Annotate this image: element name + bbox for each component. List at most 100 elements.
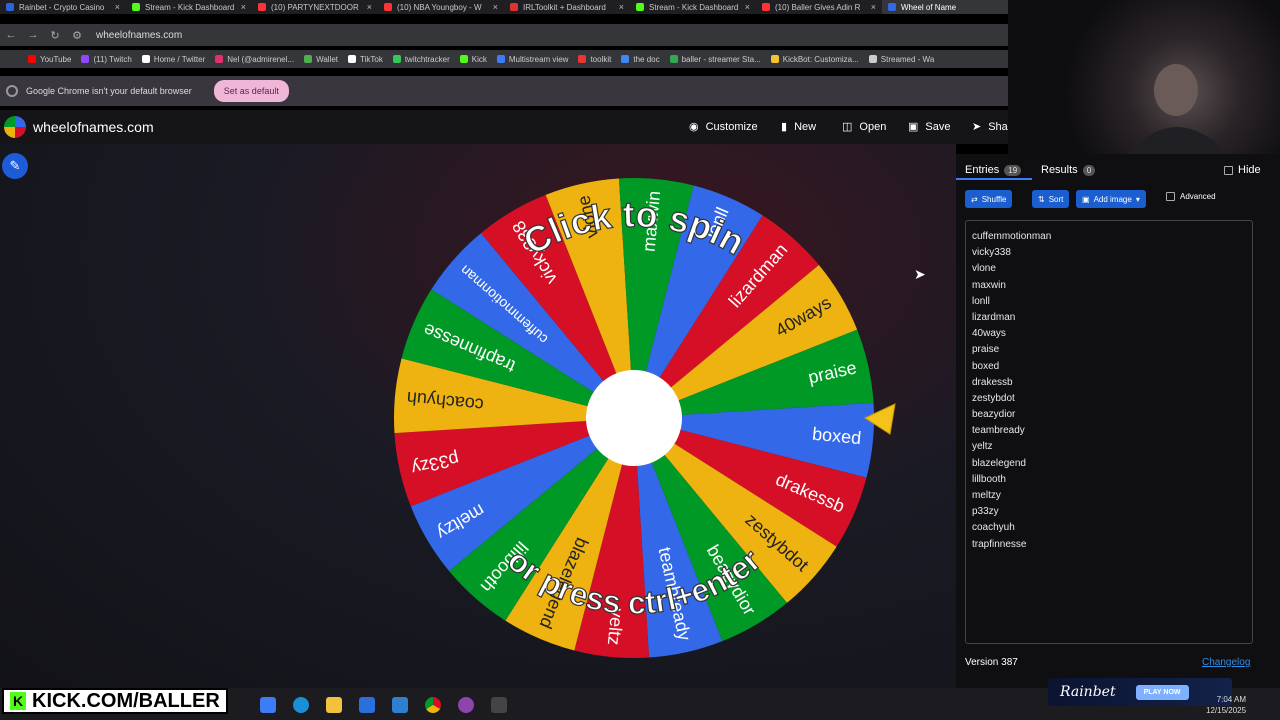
wheel-logo-icon[interactable]	[4, 116, 26, 138]
save-icon: ▣	[908, 121, 919, 133]
palette-icon: ◉	[689, 121, 699, 133]
bookmark-item[interactable]: Wallet	[304, 55, 338, 64]
mail-icon[interactable]	[392, 697, 408, 713]
tab-favicon-icon	[384, 3, 392, 11]
bookmark-favicon-icon	[141, 55, 150, 63]
bookmark-item[interactable]: twitchtracker	[392, 55, 450, 64]
add-image-button[interactable]: ▣ Add image ▾	[1076, 190, 1146, 208]
tab-title: Rainbet - Crypto Casino	[19, 2, 105, 12]
streamer-silhouette	[1128, 64, 1228, 154]
bookmarks-bar: YouTube (11) Twitch Home / Twitter Nel (@ad…	[0, 50, 1008, 68]
set-default-button[interactable]: Set as default	[213, 80, 289, 102]
bookmark-item[interactable]: baller - streamer Sta...	[669, 55, 761, 64]
bookmark-item[interactable]: Nel (@admirenel...	[215, 55, 294, 64]
url-field[interactable]: wheelofnames.com	[96, 30, 182, 41]
hide-toggle[interactable]: Hide	[1224, 164, 1261, 176]
close-tab-icon[interactable]: ×	[367, 2, 372, 12]
close-tab-icon[interactable]: ×	[871, 2, 876, 12]
active-tab-indicator	[956, 178, 1032, 180]
browser-tab[interactable]: (10) NBA Youngboy - W ×	[378, 0, 504, 14]
save-button[interactable]: ▣ Save	[908, 120, 950, 134]
close-tab-icon[interactable]: ×	[115, 2, 120, 12]
close-tab-icon[interactable]: ×	[619, 2, 624, 12]
sort-button[interactable]: ⇅ Sort	[1032, 190, 1070, 208]
bookmark-item[interactable]: Streamed - Wa	[868, 55, 934, 64]
play-now-button[interactable]: PLAY NOW	[1135, 684, 1189, 700]
kick-channel-banner: K KICK.COM/BALLER	[2, 688, 228, 714]
browser-tab[interactable]: Wheel of Name	[882, 0, 1008, 14]
browser-tab[interactable]: IRLToolkit + Dashboard ×	[504, 0, 630, 14]
entry-line: beazydior	[972, 409, 1016, 421]
shuffle-button[interactable]: ⇄ Shuffle	[965, 190, 1013, 208]
new-button[interactable]: ▮ New	[781, 120, 816, 134]
site-info-icon[interactable]: ⚙	[66, 29, 88, 42]
bookmark-label: Nel (@admirenel...	[227, 54, 295, 64]
advanced-checkbox[interactable]	[1166, 192, 1175, 201]
bookmark-item[interactable]: the doc	[621, 55, 660, 64]
close-tab-icon[interactable]: ×	[745, 2, 750, 12]
entry-line: coachyuh	[972, 522, 1015, 534]
obs-icon[interactable]	[491, 697, 507, 713]
bookmark-label: YouTube	[40, 54, 72, 64]
bookmark-item[interactable]: (11) Twitch	[81, 55, 132, 64]
bookmark-item[interactable]: KickBot: Customiza...	[770, 55, 859, 64]
hide-checkbox[interactable]	[1224, 165, 1233, 175]
browser-tab[interactable]: Stream - Kick Dashboard ×	[126, 0, 252, 14]
share-button[interactable]: ➤ Sha	[972, 120, 1008, 134]
reload-icon[interactable]: ↻	[44, 29, 66, 42]
browser-tab[interactable]: Rainbet - Crypto Casino ×	[0, 0, 126, 14]
changelog-link[interactable]: Changelog	[1202, 657, 1250, 668]
site-header: wheelofnames.com ◉ Customize ▮ New ◫ Open ▣…	[0, 110, 1008, 144]
tab-favicon-icon	[888, 3, 896, 11]
entry-line: meltzy	[972, 490, 1001, 501]
bookmark-item[interactable]: TikTok	[348, 55, 383, 64]
tab-favicon-icon	[132, 3, 140, 11]
share-icon: ➤	[972, 121, 982, 133]
tab-favicon-icon	[510, 3, 518, 11]
bookmark-item[interactable]: YouTube	[28, 55, 71, 64]
site-name[interactable]: wheelofnames.com	[33, 119, 154, 135]
edge-icon[interactable]	[293, 697, 309, 713]
wheel-center[interactable]	[586, 370, 682, 466]
file-explorer-icon[interactable]	[326, 697, 342, 713]
bookmark-item[interactable]: Multistream view	[496, 55, 568, 64]
browser-tab[interactable]: (10) Baller Gives Adin R ×	[756, 0, 882, 14]
image-icon: ▣	[1082, 194, 1090, 204]
chevron-down-icon: ▾	[1135, 194, 1140, 204]
store-icon[interactable]	[359, 697, 375, 713]
tab-results[interactable]: Results 0	[1041, 164, 1096, 176]
close-tab-icon[interactable]: ×	[241, 2, 246, 12]
forward-icon[interactable]: →	[22, 29, 44, 41]
tab-entries[interactable]: Entries 19	[965, 164, 1022, 176]
back-icon[interactable]: ←	[0, 29, 22, 41]
results-count-badge: 0	[1082, 164, 1096, 176]
chrome-taskbar-icon[interactable]	[425, 697, 441, 713]
bookmark-favicon-icon	[392, 55, 401, 63]
entry-line: lonll	[972, 295, 990, 307]
entry-line: lillbooth	[972, 473, 1006, 485]
mouse-cursor-icon: ➤	[914, 266, 926, 282]
browser-tab[interactable]: (10) PARTYNEXTDOOR ×	[252, 0, 378, 14]
advanced-toggle[interactable]: Advanced	[1166, 192, 1216, 201]
bookmark-item[interactable]: toolkit	[578, 55, 611, 64]
name-wheel[interactable]: cuffemmotionmanvicky338vlone maxwin lonlll…	[392, 176, 876, 660]
entries-textarea[interactable]: cuffemmotionman vicky338 vlone maxwin lonll l…	[965, 220, 1253, 644]
browser-tab[interactable]: Stream - Kick Dashboard ×	[630, 0, 756, 14]
bookmark-favicon-icon	[459, 55, 468, 63]
bookmark-favicon-icon	[496, 55, 505, 63]
bookmark-favicon-icon	[770, 55, 779, 63]
bookmark-favicon-icon	[868, 55, 877, 63]
bookmark-item[interactable]: Kick	[459, 55, 487, 64]
taskbar-app-icon[interactable]	[260, 697, 276, 713]
bookmark-favicon-icon	[621, 55, 630, 63]
entry-line: p33zy	[972, 506, 999, 518]
chrome-profile-icon[interactable]	[458, 697, 474, 713]
open-button[interactable]: ◫ Open	[842, 120, 886, 134]
customize-button[interactable]: ◉ Customize	[689, 120, 758, 134]
entry-line: trapfinnesse	[972, 538, 1027, 550]
entry-line: teambready	[972, 425, 1025, 437]
edit-pencil-icon[interactable]: ✎	[2, 153, 28, 179]
tab-favicon-icon	[636, 3, 644, 11]
close-tab-icon[interactable]: ×	[493, 2, 498, 12]
bookmark-item[interactable]: Home / Twitter	[141, 55, 205, 64]
